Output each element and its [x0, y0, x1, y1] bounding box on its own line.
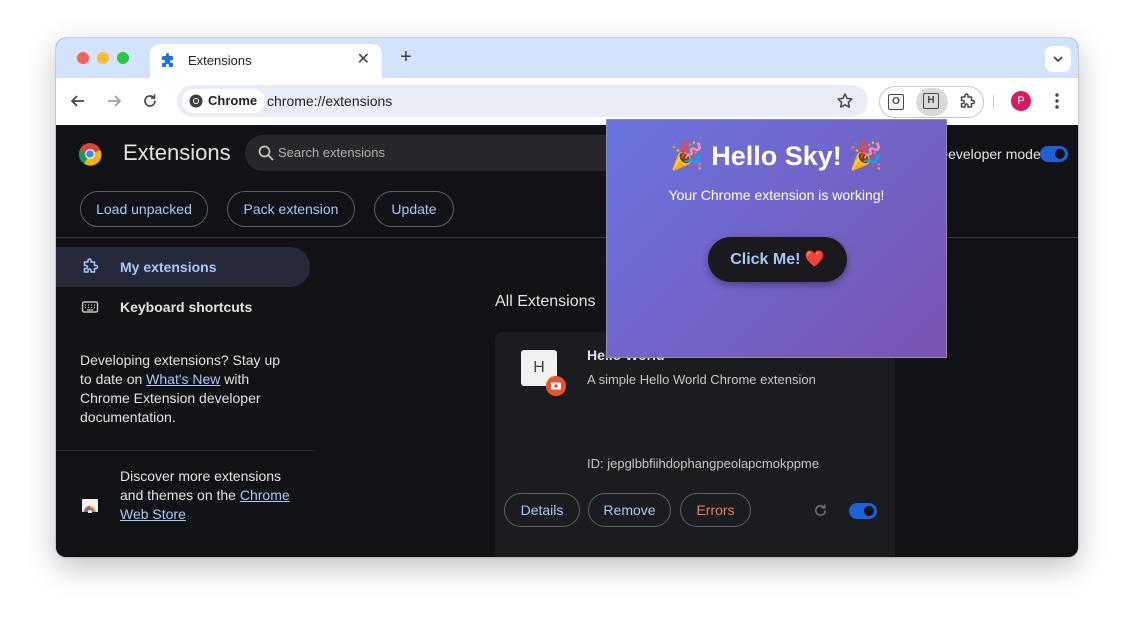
section-title: All Extensions [495, 293, 596, 310]
extension-id: ID: jepglbbfiihdophangpeolapcmokppme [587, 456, 819, 471]
puzzle-icon [162, 53, 173, 67]
site-info-chip[interactable]: Chrome [182, 89, 266, 113]
forward-arrow-icon[interactable] [105, 92, 123, 110]
bookmark-star-icon[interactable] [836, 92, 854, 110]
url-text[interactable]: chrome://extensions [267, 93, 392, 109]
sidebar-item-keyboard-shortcuts[interactable]: Keyboard shortcuts [56, 287, 310, 327]
sidebar-item-my-extensions[interactable]: My extensions [56, 247, 310, 287]
maximize-window-button[interactable] [117, 52, 129, 64]
web-store-icon [82, 499, 98, 513]
click-me-button[interactable]: Click Me! ❤️ [708, 237, 847, 282]
search-input[interactable]: Search extensions [245, 135, 625, 171]
site-chip-label: Chrome [208, 93, 258, 108]
page-title: Extensions [123, 140, 231, 165]
sidebar-divider [56, 450, 314, 451]
developer-mode-label: Developer mode [938, 146, 1041, 162]
pack-extension-button[interactable]: Pack extension [227, 191, 355, 227]
hello-extension-button[interactable]: H [916, 88, 948, 116]
popup-title: 🎉 Hello Sky! 🎉 [670, 141, 883, 171]
load-unpacked-button[interactable]: Load unpacked [80, 191, 208, 227]
tab-extensions[interactable]: Extensions ✕ [150, 44, 382, 78]
sidebar-item-label: Keyboard shortcuts [120, 299, 253, 315]
close-window-button[interactable] [77, 52, 89, 64]
sidebar-item-label: My extensions [120, 259, 217, 275]
update-button[interactable]: Update [374, 191, 454, 227]
developer-mode-toggle[interactable] [1040, 146, 1068, 162]
search-placeholder: Search extensions [278, 145, 385, 160]
chevron-down-icon [1053, 56, 1063, 63]
browser-toolbar: Chrome chrome://extensions O H P [56, 78, 1078, 125]
extension-icon [83, 258, 99, 273]
extension-o-icon[interactable]: O [888, 94, 904, 110]
extension-h-icon: H [923, 93, 939, 109]
extension-popup: 🎉 Hello Sky! 🎉 Your Chrome extension is … [606, 119, 947, 358]
dev-note-text: Developing extensions? Stay up to date o… [80, 351, 290, 427]
tab-close-button[interactable]: ✕ [357, 50, 370, 70]
address-bar[interactable]: Chrome chrome://extensions [177, 85, 868, 117]
reload-extension-icon[interactable] [812, 502, 829, 519]
minimize-window-button[interactable] [97, 52, 109, 64]
remove-button[interactable]: Remove [588, 493, 671, 527]
new-tab-button[interactable]: + [394, 46, 418, 70]
reload-icon[interactable] [141, 92, 159, 110]
popup-subtitle: Your Chrome extension is working! [668, 187, 885, 203]
whats-new-link[interactable]: What's New [146, 371, 220, 387]
tab-title: Extensions [188, 53, 252, 68]
extension-enabled-toggle[interactable] [849, 503, 877, 519]
toolbar-divider [993, 95, 994, 109]
chrome-logo-icon [78, 143, 102, 166]
tab-strip: Extensions ✕ + [56, 38, 1078, 78]
extensions-toolbar-group: O H [879, 86, 984, 118]
webstore-note-text: Discover more extensions and themes on t… [120, 467, 290, 524]
back-arrow-icon[interactable] [69, 92, 87, 110]
unpacked-badge-icon [546, 376, 566, 396]
errors-button[interactable]: Errors [680, 493, 751, 527]
chrome-logo-icon [189, 94, 203, 108]
extension-description: A simple Hello World Chrome extension [587, 372, 816, 387]
search-icon [258, 145, 274, 161]
more-vert-icon[interactable] [1049, 91, 1065, 111]
extensions-menu-puzzle-icon[interactable] [958, 93, 976, 111]
keyboard-icon [81, 301, 99, 313]
details-button[interactable]: Details [504, 493, 580, 527]
profile-avatar[interactable]: P [1011, 91, 1031, 111]
tab-search-button[interactable] [1045, 46, 1071, 72]
extension-card: H Hello World A simple Hello World Chrom… [495, 332, 895, 557]
